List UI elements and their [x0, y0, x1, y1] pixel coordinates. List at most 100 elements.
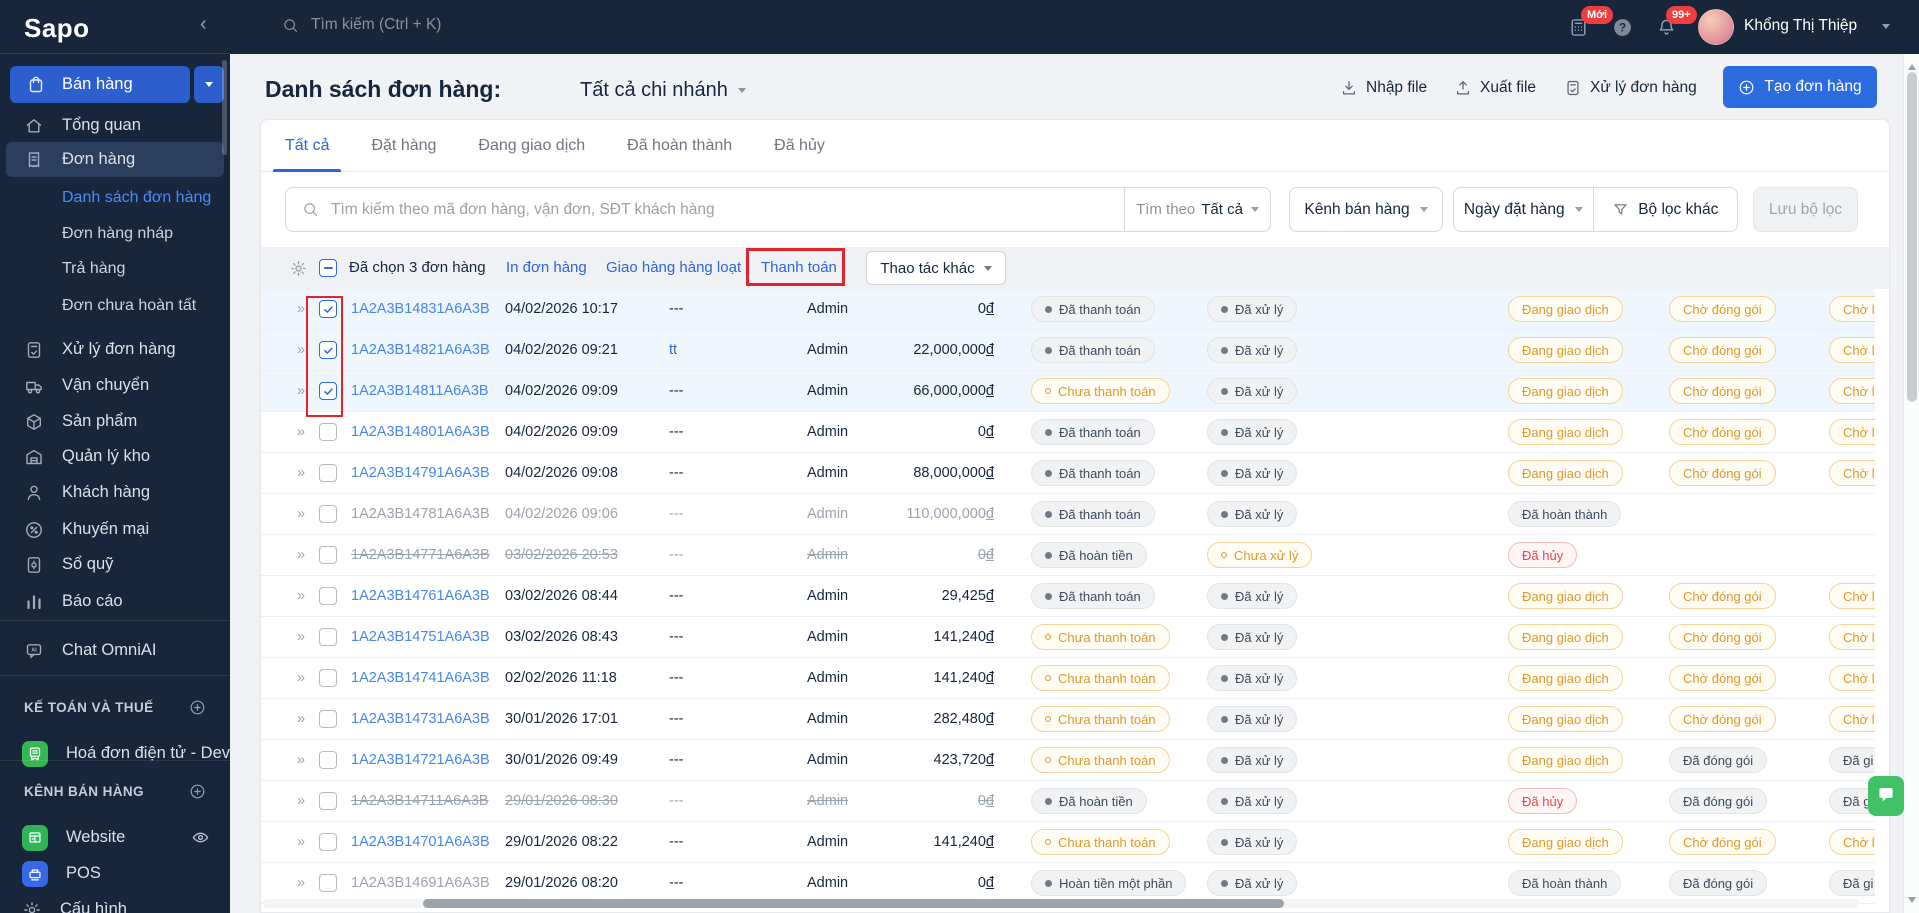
order-link[interactable]: 1A2A3B14831A6A3B	[351, 301, 490, 317]
visibility-eye-icon[interactable]	[191, 828, 210, 847]
row-checkbox[interactable]	[319, 505, 337, 523]
bulk-ship-link[interactable]: Giao hàng hàng loạt	[606, 259, 741, 276]
tab-dang-giao-dich[interactable]: Đang giao dịch	[478, 120, 585, 172]
channel-filter-dropdown[interactable]: Kênh bán hàng	[1289, 187, 1443, 232]
row-checkbox[interactable]	[319, 341, 337, 359]
sidebar-item-bao-cao[interactable]: Báo cáo	[6, 584, 224, 619]
order-link[interactable]: 1A2A3B14751A6A3B	[351, 629, 490, 645]
row-checkbox[interactable]	[319, 546, 337, 564]
expand-row-icon[interactable]: »	[297, 875, 305, 891]
ban-hang-dropdown-button[interactable]	[194, 66, 224, 103]
payment-link[interactable]: Thanh toán	[761, 259, 837, 276]
process-orders-button[interactable]: Xử lý đơn hàng	[1564, 79, 1697, 97]
row-checkbox[interactable]	[319, 874, 337, 892]
branch-selector[interactable]: Tất cả chi nhánh	[580, 79, 746, 102]
order-link[interactable]: 1A2A3B14771A6A3B	[351, 547, 490, 563]
expand-row-icon[interactable]: »	[297, 834, 305, 850]
sidebar-item-tong-quan[interactable]: Tổng quan	[6, 108, 224, 143]
expand-row-icon[interactable]: »	[297, 383, 305, 399]
save-filter-button[interactable]: Lưu bộ lọc	[1753, 187, 1858, 232]
row-checkbox[interactable]	[319, 710, 337, 728]
select-all-checkbox[interactable]	[319, 259, 337, 277]
row-checkbox[interactable]	[319, 300, 337, 318]
scroll-up-arrow-icon[interactable]	[1908, 60, 1916, 70]
sidebar-item-pos[interactable]: POS	[6, 856, 224, 891]
tab-tat-ca[interactable]: Tất cả	[285, 120, 329, 172]
vertical-scrollbar-thumb[interactable]	[1907, 72, 1917, 402]
tab-dat-hang[interactable]: Đặt hàng	[371, 120, 436, 172]
expand-row-icon[interactable]: »	[297, 711, 305, 727]
help-icon[interactable]: ?	[1612, 17, 1633, 38]
order-link[interactable]: 1A2A3B14741A6A3B	[351, 670, 490, 686]
order-link[interactable]: 1A2A3B14821A6A3B	[351, 342, 490, 358]
row-checkbox[interactable]	[319, 382, 337, 400]
more-filters-button[interactable]: Bộ lọc khác	[1594, 188, 1737, 231]
scroll-down-arrow-icon[interactable]	[1908, 897, 1916, 907]
order-link[interactable]: 1A2A3B14811A6A3B	[351, 383, 489, 399]
tab-da-hoan-thanh[interactable]: Đã hoàn thành	[627, 120, 732, 172]
sidebar-item-ban-hang[interactable]: Bán hàng	[10, 66, 190, 103]
create-order-button[interactable]: Tạo đơn hàng	[1723, 66, 1877, 108]
add-channel-icon[interactable]	[189, 783, 206, 800]
order-link[interactable]: 1A2A3B14691A6A3B	[351, 875, 490, 891]
order-link[interactable]: 1A2A3B14721A6A3B	[351, 752, 490, 768]
order-link[interactable]: 1A2A3B14781A6A3B	[351, 506, 490, 522]
row-checkbox[interactable]	[319, 669, 337, 687]
add-channel-icon[interactable]	[189, 699, 206, 716]
order-date-filter-dropdown[interactable]: Ngày đặt hàng	[1454, 188, 1594, 231]
sidebar-item-van-chuyen[interactable]: Vận chuyển	[6, 368, 224, 403]
sidebar-item-cau-hinh[interactable]: Cấu hình	[6, 892, 224, 913]
order-link[interactable]: 1A2A3B14761A6A3B	[351, 588, 490, 604]
tab-da-huy[interactable]: Đã hủy	[774, 120, 825, 172]
vertical-scrollbar[interactable]	[1903, 54, 1919, 913]
sidebar-item-san-pham[interactable]: Sản phẩm	[6, 404, 224, 439]
expand-row-icon[interactable]: »	[297, 342, 305, 358]
row-checkbox[interactable]	[319, 464, 337, 482]
order-link[interactable]: 1A2A3B14801A6A3B	[351, 424, 490, 440]
expand-row-icon[interactable]: »	[297, 793, 305, 809]
sidebar-item-quan-ly-kho[interactable]: Quản lý kho	[6, 439, 224, 474]
expand-row-icon[interactable]: »	[297, 588, 305, 604]
sidebar-item-don-hang-nhap[interactable]: Đơn hàng nháp	[6, 216, 224, 251]
order-search-box[interactable]: Tìm theo Tất cả	[285, 187, 1271, 232]
order-link[interactable]: 1A2A3B14711A6A3B	[351, 793, 489, 809]
expand-row-icon[interactable]: »	[297, 465, 305, 481]
sidebar-item-website[interactable]: Website	[6, 820, 224, 855]
import-file-button[interactable]: Nhập file	[1340, 79, 1427, 97]
sidebar-collapse-icon[interactable]: ‹	[200, 13, 207, 36]
expand-row-icon[interactable]: »	[297, 547, 305, 563]
row-checkbox[interactable]	[319, 833, 337, 851]
order-note[interactable]: tt	[669, 342, 677, 358]
sidebar-item-chat-omniai[interactable]: AIChat OmniAI	[6, 633, 224, 668]
user-menu-chevron-icon[interactable]	[1882, 24, 1890, 33]
print-orders-link[interactable]: In đơn hàng	[506, 259, 587, 276]
order-search-input[interactable]	[331, 201, 971, 219]
column-settings-gear-icon[interactable]	[289, 259, 308, 278]
sidebar-item-don-chua-hoan-tat[interactable]: Đơn chưa hoàn tất	[6, 288, 224, 323]
sidebar-item-don-hang[interactable]: Đơn hàng	[6, 142, 224, 177]
more-actions-button[interactable]: Thao tác khác	[866, 251, 1006, 285]
row-checkbox[interactable]	[319, 792, 337, 810]
expand-row-icon[interactable]: »	[297, 629, 305, 645]
sidebar-item-khach-hang[interactable]: Khách hàng	[6, 475, 224, 510]
row-checkbox[interactable]	[319, 628, 337, 646]
expand-row-icon[interactable]: »	[297, 506, 305, 522]
chat-fab-button[interactable]	[1868, 776, 1904, 816]
row-checkbox[interactable]	[319, 587, 337, 605]
expand-row-icon[interactable]: »	[297, 752, 305, 768]
sidebar-item-tra-hang[interactable]: Trả hàng	[6, 251, 224, 286]
sidebar-item-xu-ly-don-hang[interactable]: Xử lý đơn hàng	[6, 332, 224, 367]
order-link[interactable]: 1A2A3B14701A6A3B	[351, 834, 490, 850]
horizontal-scrollbar[interactable]	[423, 899, 1284, 908]
sidebar-item-danh-sach-don-hang[interactable]: Danh sách đơn hàng	[6, 180, 224, 215]
sidebar-item-so-quy[interactable]: Sổ quỹ	[6, 547, 224, 582]
expand-row-icon[interactable]: »	[297, 424, 305, 440]
export-file-button[interactable]: Xuất file	[1454, 79, 1536, 97]
sidebar-scrollbar[interactable]	[222, 60, 227, 155]
sidebar-item-hoa-don-dien-tu[interactable]: Hoá đơn điện tử - Dev	[6, 736, 224, 771]
row-checkbox[interactable]	[319, 423, 337, 441]
order-link[interactable]: 1A2A3B14791A6A3B	[351, 465, 490, 481]
row-checkbox[interactable]	[319, 751, 337, 769]
order-link[interactable]: 1A2A3B14731A6A3B	[351, 711, 490, 727]
search-by-dropdown[interactable]: Tìm theo Tất cả	[1124, 188, 1270, 231]
